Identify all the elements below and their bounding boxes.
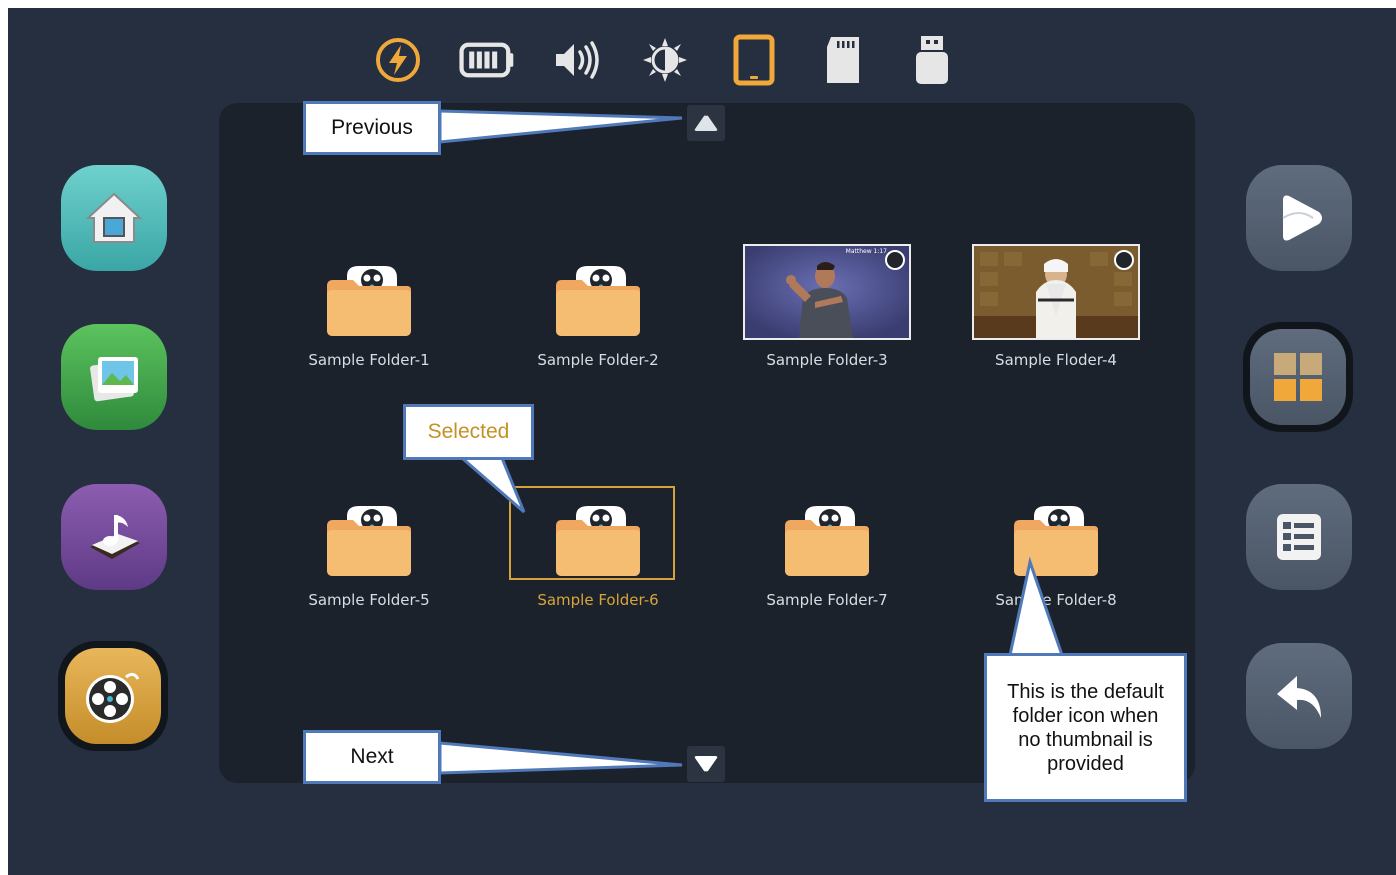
sd-card-icon [815, 33, 871, 87]
photos-icon [90, 357, 138, 402]
default-folder-icon [513, 243, 683, 341]
play-icon [1282, 195, 1322, 241]
callout-default-line1: This is the default [1007, 680, 1164, 703]
callout-default-line3: no thumbnail is [1018, 728, 1153, 751]
folder-item[interactable]: Sample Folder-7 [742, 483, 912, 623]
callout-next: Next [303, 730, 441, 784]
folder-label: Sample Folder-3 [766, 351, 888, 369]
callout-default-icon: This is the default folder icon when no … [984, 653, 1187, 802]
default-folder-icon [284, 243, 454, 341]
folder-label: Sample Folder-5 [308, 591, 430, 609]
folder-label: Sample Folder-1 [308, 351, 430, 369]
list-view-icon [1277, 514, 1321, 560]
back-button[interactable] [1246, 643, 1352, 749]
callout-previous: Previous [303, 101, 441, 155]
previous-page-button[interactable] [687, 105, 725, 141]
folder-item[interactable]: Sample Floder-4 [971, 243, 1141, 383]
grid-view-button[interactable] [1243, 322, 1353, 432]
battery-icon [459, 33, 515, 87]
folder-label: Sample Folder-6 [537, 591, 659, 609]
callout-previous-text: Previous [331, 116, 413, 139]
music-book-icon [90, 515, 140, 559]
usb-drive-icon [904, 33, 960, 87]
video-thumbnail: Matthew 1:17 [742, 243, 912, 341]
music-button[interactable] [61, 484, 167, 590]
brightness-icon [637, 33, 693, 87]
next-page-button[interactable] [687, 746, 725, 782]
folder-item[interactable]: Matthew 1:17 Sample Folder-3 [742, 243, 912, 383]
folder-item[interactable]: Sample Folder-6 [513, 483, 683, 623]
thumbnail-caption: Matthew 1:17 [845, 248, 887, 255]
folder-label: Sample Floder-4 [995, 351, 1117, 369]
home-icon [85, 192, 143, 243]
folder-label: Sample Folder-2 [537, 351, 659, 369]
folder-item[interactable]: Sample Folder-2 [513, 243, 683, 383]
folder-label: Sample Folder-7 [766, 591, 888, 609]
callout-default-line4: provided [1047, 752, 1124, 775]
folder-item[interactable]: Sample Folder-1 [284, 243, 454, 383]
default-folder-icon [513, 483, 683, 581]
list-view-button[interactable] [1246, 484, 1352, 590]
tablet-icon [726, 33, 782, 87]
callout-default-line2: folder icon when [1012, 704, 1159, 727]
grid-view-icon [1274, 353, 1322, 401]
folder-label: Sample Folder-8 [995, 591, 1117, 609]
screen-border-left [0, 0, 8, 875]
default-folder-icon [971, 483, 1141, 581]
video-button[interactable] [58, 641, 168, 751]
folder-item[interactable]: Sample Folder-5 [284, 483, 454, 623]
video-reel-badge-icon [885, 250, 905, 270]
home-button[interactable] [61, 165, 167, 271]
video-reel-badge-icon [1114, 250, 1134, 270]
triangle-down-icon [694, 756, 718, 772]
callout-next-text: Next [350, 745, 394, 768]
charging-icon [370, 33, 426, 87]
status-bar [370, 33, 960, 87]
callout-selected-text: Selected [427, 420, 510, 443]
screen-border-top [0, 0, 1396, 8]
back-icon [1277, 676, 1321, 718]
callout-selected: Selected [403, 404, 534, 460]
default-folder-icon [284, 483, 454, 581]
video-reel-icon [86, 672, 140, 723]
video-thumbnail [971, 243, 1141, 341]
photos-button[interactable] [61, 324, 167, 430]
default-folder-icon [742, 483, 912, 581]
folder-item[interactable]: Sample Folder-8 [971, 483, 1141, 623]
triangle-up-icon [694, 115, 718, 131]
play-button[interactable] [1246, 165, 1352, 271]
volume-icon [548, 33, 604, 87]
